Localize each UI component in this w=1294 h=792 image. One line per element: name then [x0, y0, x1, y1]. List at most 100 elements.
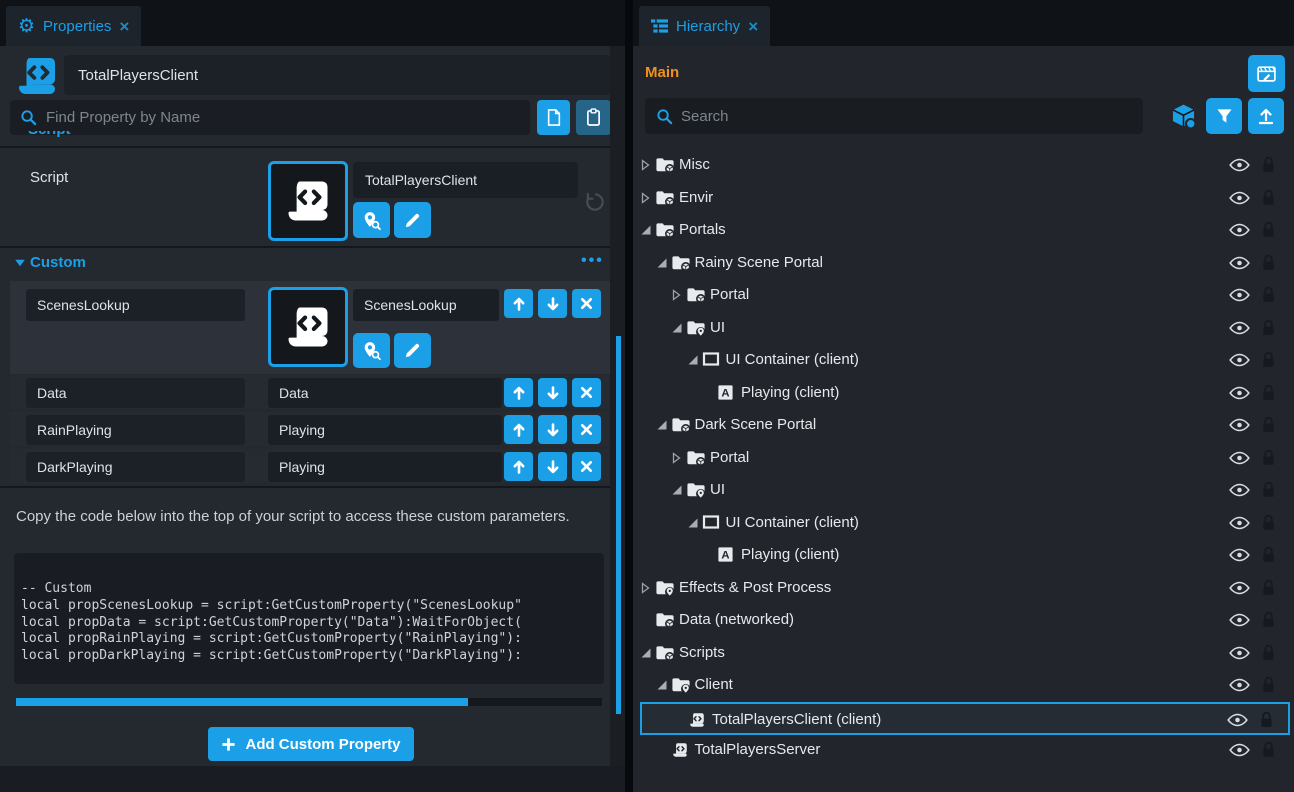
lock-icon[interactable]	[1262, 384, 1275, 401]
tree-row[interactable]: Portals	[640, 214, 1290, 247]
tree-row[interactable]: A Playing (client)	[640, 539, 1290, 572]
property-value-field[interactable]: ScenesLookup	[353, 289, 499, 321]
move-down-button[interactable]	[538, 415, 567, 444]
expander-icon[interactable]	[671, 289, 683, 301]
hierarchy-search-input[interactable]	[645, 98, 1143, 134]
find-asset-button[interactable]	[353, 202, 390, 238]
tree-row[interactable]: Effects & Post Process	[640, 572, 1290, 605]
eye-icon[interactable]	[1229, 613, 1250, 627]
object-name-field[interactable]: TotalPlayersClient	[64, 55, 610, 95]
section-menu-icon[interactable]: •••	[581, 252, 604, 270]
eye-icon[interactable]	[1229, 386, 1250, 400]
property-name-field[interactable]: DarkPlaying	[26, 452, 245, 482]
close-icon[interactable]: ×	[748, 18, 758, 35]
lock-icon[interactable]	[1262, 514, 1275, 531]
eye-icon[interactable]	[1229, 191, 1250, 205]
tree-row[interactable]: Portal	[640, 279, 1290, 312]
script-asset-thumbnail[interactable]	[268, 161, 348, 241]
script-asset-name[interactable]: TotalPlayersClient	[353, 162, 578, 198]
tree-row[interactable]: TotalPlayersServer	[640, 734, 1290, 767]
expander-icon[interactable]	[671, 484, 683, 496]
horizontal-scrollbar-track[interactable]	[16, 698, 602, 706]
expander-icon[interactable]	[656, 679, 668, 691]
lock-icon[interactable]	[1262, 481, 1275, 498]
panel-divider[interactable]	[625, 0, 633, 792]
expander-icon[interactable]	[640, 159, 652, 171]
tree-row[interactable]: UI Container (client)	[640, 507, 1290, 540]
tab-properties[interactable]: ⚙ Properties ×	[6, 6, 141, 46]
lock-icon[interactable]	[1262, 254, 1275, 271]
filter-button[interactable]	[1206, 98, 1242, 134]
lock-icon[interactable]	[1262, 546, 1275, 563]
eye-icon[interactable]	[1229, 288, 1250, 302]
vertical-scrollbar-thumb[interactable]	[616, 336, 621, 714]
code-block[interactable]: -- Custom local propScenesLookup = scrip…	[14, 553, 604, 684]
lock-icon[interactable]	[1262, 611, 1275, 628]
move-up-button[interactable]	[504, 452, 533, 481]
edit-script-button[interactable]	[394, 333, 431, 368]
tree-row[interactable]: Misc	[640, 149, 1290, 182]
property-value-field[interactable]: Playing	[268, 415, 502, 445]
tree-row[interactable]: UI Container (client)	[640, 344, 1290, 377]
delete-property-button[interactable]	[572, 378, 601, 407]
delete-property-button[interactable]	[572, 289, 601, 318]
eye-icon[interactable]	[1229, 678, 1250, 692]
tree-row[interactable]: UI	[640, 474, 1290, 507]
eye-icon[interactable]	[1229, 321, 1250, 335]
lock-icon[interactable]	[1262, 449, 1275, 466]
copy-properties-button[interactable]	[537, 100, 570, 135]
eye-icon[interactable]	[1229, 743, 1250, 757]
expander-icon[interactable]	[640, 192, 652, 204]
lock-icon[interactable]	[1262, 676, 1275, 693]
property-name-field[interactable]: RainPlaying	[26, 415, 245, 445]
property-value-field[interactable]: Playing	[268, 452, 502, 482]
property-name-field[interactable]: Data	[26, 378, 245, 408]
tree-row[interactable]: Dark Scene Portal	[640, 409, 1290, 442]
lock-icon[interactable]	[1262, 741, 1275, 758]
expander-icon[interactable]	[640, 647, 652, 659]
lock-icon[interactable]	[1262, 416, 1275, 433]
eye-icon[interactable]	[1229, 223, 1250, 237]
tree-row[interactable]: Envir	[640, 182, 1290, 215]
eye-icon[interactable]	[1229, 483, 1250, 497]
expander-icon[interactable]	[640, 582, 652, 594]
tree-row[interactable]: Data (networked)	[640, 604, 1290, 637]
move-down-button[interactable]	[538, 289, 567, 318]
move-up-button[interactable]	[504, 415, 533, 444]
expander-icon[interactable]	[640, 224, 652, 236]
move-down-button[interactable]	[538, 378, 567, 407]
delete-property-button[interactable]	[572, 452, 601, 481]
edit-script-button[interactable]	[394, 202, 431, 238]
tree-row[interactable]: Portal	[640, 442, 1290, 475]
property-name-field[interactable]: ScenesLookup	[26, 289, 245, 321]
move-up-button[interactable]	[504, 289, 533, 318]
eye-icon[interactable]	[1229, 158, 1250, 172]
move-up-button[interactable]	[504, 378, 533, 407]
delete-property-button[interactable]	[572, 415, 601, 444]
add-custom-property-button[interactable]: Add Custom Property	[208, 727, 414, 761]
eye-icon[interactable]	[1229, 353, 1250, 367]
eye-icon[interactable]	[1229, 548, 1250, 562]
lock-icon[interactable]	[1262, 644, 1275, 661]
lock-icon[interactable]	[1262, 221, 1275, 238]
collapse-triangle-icon[interactable]	[15, 260, 25, 266]
expander-icon[interactable]	[671, 322, 683, 334]
publish-upload-button[interactable]	[1248, 98, 1284, 134]
asset-thumbnail[interactable]	[268, 287, 348, 367]
lock-icon[interactable]	[1260, 711, 1273, 728]
close-icon[interactable]: ×	[119, 18, 129, 35]
expander-icon[interactable]	[687, 354, 699, 366]
tree-row[interactable]: UI	[640, 312, 1290, 345]
move-down-button[interactable]	[538, 452, 567, 481]
lock-icon[interactable]	[1262, 189, 1275, 206]
eye-icon[interactable]	[1229, 256, 1250, 270]
lock-icon[interactable]	[1262, 286, 1275, 303]
lock-icon[interactable]	[1262, 319, 1275, 336]
eye-icon[interactable]	[1229, 516, 1250, 530]
tree-row[interactable]: Scripts	[640, 637, 1290, 670]
expander-icon[interactable]	[656, 257, 668, 269]
lock-icon[interactable]	[1262, 156, 1275, 173]
tree-row[interactable]: TotalPlayersClient (client)	[640, 702, 1290, 735]
find-asset-button[interactable]	[353, 333, 390, 368]
tree-row[interactable]: A Playing (client)	[640, 377, 1290, 410]
